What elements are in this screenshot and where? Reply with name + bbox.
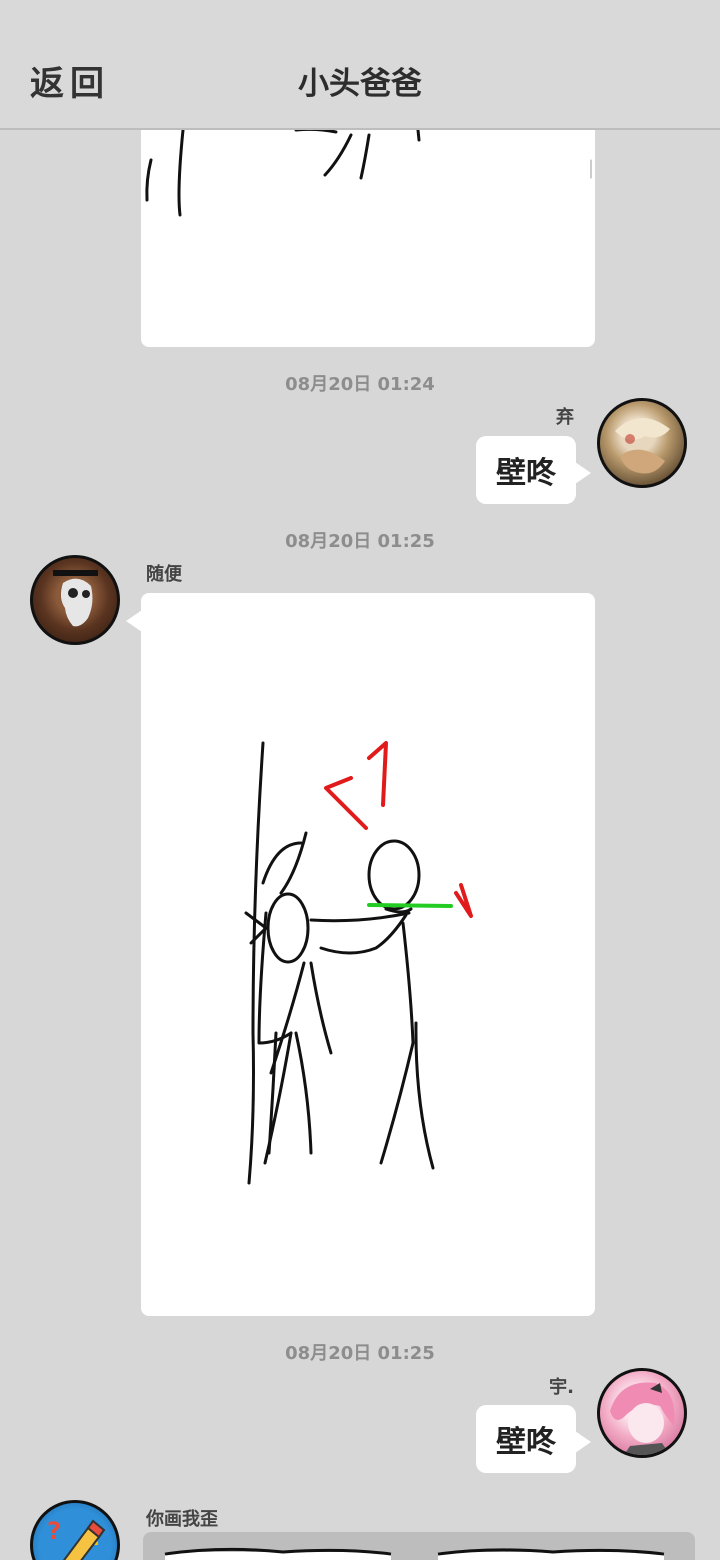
chat-title: 小头爸爸	[298, 66, 422, 102]
partial-sketch	[164, 1547, 665, 1560]
bubble-tail	[126, 610, 142, 632]
message-timestamp: 08月20日 01:25	[285, 531, 435, 552]
sketch-drawing	[145, 130, 592, 217]
sender-name: 你画我歪	[146, 1509, 218, 1530]
anime-portrait-icon	[615, 417, 670, 474]
user-avatar[interactable]	[597, 1368, 687, 1458]
message-text: 壁咚	[496, 1425, 556, 1460]
message-bubble[interactable]: 壁咚	[476, 1405, 576, 1473]
chat-list[interactable]: 08月20日 01:24 弃 壁咚 08月20日 01:25 随便 08月20日…	[0, 130, 720, 1560]
message-timestamp: 08月20日 01:25	[285, 1343, 435, 1364]
top-bar: 返回 小头爸爸	[0, 0, 720, 130]
message-timestamp: 08月20日 01:24	[285, 374, 435, 395]
sender-name: 宇.	[549, 1377, 574, 1398]
drawing-message[interactable]	[143, 1532, 695, 1560]
bubble-tail	[575, 1431, 591, 1453]
stick-figure-sketch	[244, 741, 473, 1185]
bubble-tail	[575, 462, 591, 484]
pencil-question-mark-icon: ? ?	[47, 1517, 106, 1560]
plague-doctor-mask-icon	[53, 570, 98, 627]
pink-hair-anime-girl-icon	[610, 1382, 675, 1455]
drawing-message-previous[interactable]	[141, 130, 595, 347]
user-avatar[interactable]: ? ?	[30, 1500, 120, 1560]
message-text: 壁咚	[496, 456, 556, 491]
user-avatar[interactable]	[30, 555, 120, 645]
svg-text:?: ?	[47, 1517, 61, 1545]
user-avatar[interactable]	[597, 398, 687, 488]
sender-name: 随便	[146, 564, 182, 585]
drawing-message[interactable]	[141, 593, 595, 1316]
message-bubble[interactable]: 壁咚	[476, 436, 576, 504]
sender-name: 弃	[556, 407, 574, 428]
